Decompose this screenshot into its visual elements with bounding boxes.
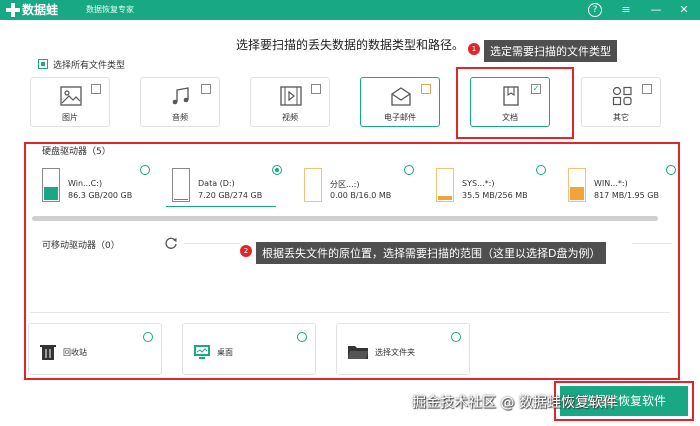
music-icon (172, 87, 189, 105)
drive-item[interactable]: 分区...:) 0.00 B/16.0 MB (304, 162, 414, 206)
page-heading: 选择要扫描的丢失数据的数据类型和路径。 (236, 38, 465, 52)
file-type-label: 电子邮件 (384, 113, 416, 122)
location-desktop[interactable]: 桌面 (182, 323, 316, 375)
email-icon (391, 87, 411, 106)
select-all-checkbox[interactable]: 选择所有文件类型 (38, 58, 125, 71)
drive-item[interactable]: SYS...*:) 35.5 MB/256 MB (436, 162, 546, 206)
drive-item[interactable]: WIN...*:) 817 MB/1.95 GB (568, 162, 678, 206)
drive-item[interactable]: Data (D:) 7.20 GB/274 GB (172, 162, 282, 206)
checkbox[interactable] (421, 84, 431, 94)
checkbox[interactable] (311, 84, 321, 94)
drive-scrollbar-thumb[interactable] (32, 216, 658, 221)
removable-drives-title: 可移动驱动器（0） (42, 241, 120, 251)
drive-radio-button[interactable] (404, 165, 414, 175)
close-icon[interactable]: ✕ (676, 2, 692, 18)
drive-radio-button[interactable] (272, 165, 282, 175)
drive-radio-button[interactable] (536, 165, 546, 175)
select-all-label: 选择所有文件类型 (53, 61, 126, 71)
recycle-bin-icon (40, 345, 56, 360)
logo-icon (6, 3, 20, 17)
minimize-icon[interactable]: — (648, 2, 664, 18)
drive-radio-button[interactable] (666, 165, 676, 175)
radio-button[interactable] (297, 332, 307, 342)
file-type-other[interactable]: 其它 (581, 77, 661, 127)
checkbox[interactable] (201, 84, 211, 94)
other-icon (612, 86, 632, 106)
callout-number-1: 1 (468, 43, 480, 55)
checkbox-icon (38, 59, 48, 69)
location-label: 回收站 (63, 348, 87, 357)
drive-label: Win...C:) (68, 179, 103, 188)
file-type-audio[interactable]: 音频 (140, 77, 220, 127)
drive-size: 35.5 MB/256 MB (462, 191, 528, 200)
file-type-label: 其它 (613, 113, 629, 122)
app-subtitle: 数据恢复专家 (86, 5, 134, 14)
callout-text-2: 根据丢失文件的原位置，选择需要扫描的范围（这里以选择D盘为例） (256, 242, 607, 264)
desktop-icon (194, 345, 210, 359)
watermark: 掘金技术社区 @ 数据蛙恢复软件 (412, 395, 617, 411)
folder-icon (348, 346, 368, 359)
file-type-video[interactable]: 视频 (250, 77, 330, 127)
drive-label: WIN...*:) (594, 179, 628, 188)
file-type-label: 视频 (282, 113, 298, 122)
file-type-label: 音频 (172, 113, 188, 122)
checkbox[interactable] (91, 84, 101, 94)
selected-drive-underline (166, 206, 276, 207)
callout-number-2: 2 (240, 245, 252, 257)
divider (30, 312, 670, 313)
drive-label: Data (D:) (198, 179, 235, 188)
location-label: 桌面 (217, 348, 233, 357)
file-type-image[interactable]: 图片 (30, 77, 110, 127)
file-type-label: 图片 (62, 113, 78, 122)
drive-label: SYS...*:) (462, 179, 495, 188)
drive-icon (568, 168, 586, 202)
drive-radio-button[interactable] (140, 165, 150, 175)
callout-text-1: 选定需要扫描的文件类型 (484, 40, 617, 62)
app-name: 数据蛙 (22, 3, 59, 17)
checkbox[interactable] (642, 84, 652, 94)
title-bar: 数据蛙 数据恢复专家 ? ≡ — ✕ (0, 0, 700, 20)
help-icon[interactable]: ? (588, 3, 602, 17)
location-select-folder[interactable]: 选择文件夹 (336, 323, 470, 375)
drive-item[interactable]: Win...C:) 86.3 GB/200 GB (42, 162, 152, 206)
drive-size: 0.00 B/16.0 MB (330, 191, 392, 200)
video-icon (280, 86, 302, 106)
image-icon (60, 86, 82, 106)
location-label: 选择文件夹 (375, 348, 415, 357)
highlight-document (456, 67, 574, 139)
radio-button[interactable] (143, 332, 153, 342)
file-type-email[interactable]: 电子邮件 (360, 77, 440, 127)
menu-icon[interactable]: ≡ (618, 2, 634, 18)
drive-icon (436, 168, 454, 202)
divider (632, 243, 672, 244)
drive-size: 7.20 GB/274 GB (198, 191, 263, 200)
divider (184, 243, 240, 244)
drive-icon (42, 168, 60, 202)
drive-icon (172, 168, 190, 202)
location-recycle-bin[interactable]: 回收站 (28, 323, 162, 375)
radio-button[interactable] (451, 332, 461, 342)
drive-size: 86.3 GB/200 GB (68, 191, 133, 200)
drive-size: 817 MB/1.95 GB (594, 191, 659, 200)
refresh-icon[interactable] (164, 236, 178, 250)
drive-icon (304, 168, 322, 202)
hard-drives-title: 硬盘驱动器（5） (42, 147, 111, 157)
drive-label: 分区...:) (330, 180, 360, 189)
